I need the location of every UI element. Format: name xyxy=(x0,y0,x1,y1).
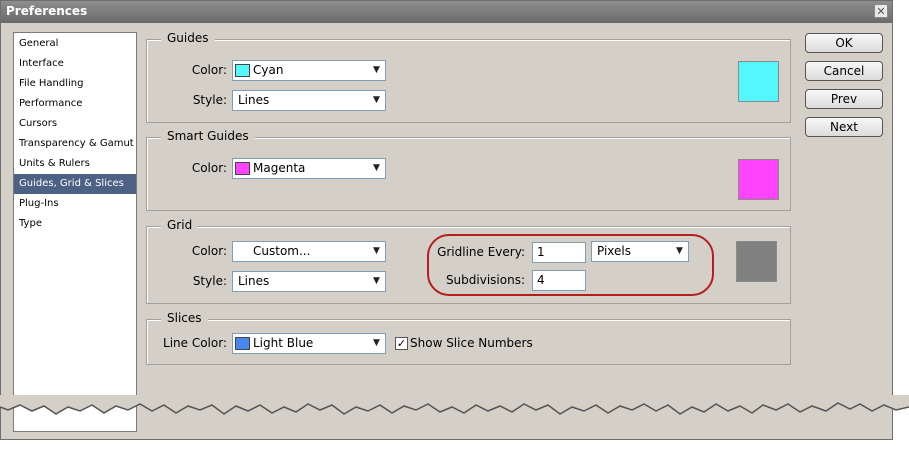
grid-color-preview[interactable] xyxy=(736,241,777,282)
grid-style-select[interactable]: Lines ▼ xyxy=(232,271,386,292)
sidebar-item-general[interactable]: General xyxy=(14,34,136,54)
sidebar-item-guides-grid-slices[interactable]: Guides, Grid & Slices xyxy=(14,174,136,194)
chevron-down-icon: ▼ xyxy=(373,95,380,105)
smart-guides-color-value: Magenta xyxy=(253,161,306,175)
guides-style-select[interactable]: Lines ▼ xyxy=(232,90,386,111)
gridline-every-label: Gridline Every: xyxy=(437,245,525,259)
sidebar-item-file-handling[interactable]: File Handling xyxy=(14,74,136,94)
preferences-category-list: General Interface File Handling Performa… xyxy=(13,32,137,432)
slices-line-color-value: Light Blue xyxy=(253,336,314,350)
show-slice-numbers-checkbox[interactable]: ✓ xyxy=(395,337,408,350)
sidebar-item-units-rulers[interactable]: Units & Rulers xyxy=(14,154,136,174)
preferences-dialog: Preferences ✕ General Interface File Han… xyxy=(0,0,893,440)
slices-line-color-label: Line Color: xyxy=(163,336,227,350)
smart-guides-color-preview[interactable] xyxy=(738,159,779,200)
grid-color-label: Color: xyxy=(191,244,227,258)
guides-color-preview[interactable] xyxy=(738,61,779,102)
chevron-down-icon: ▼ xyxy=(373,276,380,286)
prev-button[interactable]: Prev xyxy=(805,89,883,109)
guides-color-swatch xyxy=(235,64,250,77)
guides-style-value: Lines xyxy=(238,93,270,107)
slices-color-swatch xyxy=(235,337,250,350)
guides-color-select[interactable]: Cyan ▼ xyxy=(232,60,386,81)
sidebar-item-type[interactable]: Type xyxy=(14,214,136,234)
title-bar[interactable]: Preferences ✕ xyxy=(1,1,892,23)
guides-style-label: Style: xyxy=(192,93,227,107)
next-button[interactable]: Next xyxy=(805,117,883,137)
gridline-unit-select[interactable]: Pixels ▼ xyxy=(591,241,689,262)
smart-guides-color-label: Color: xyxy=(191,161,227,175)
slices-line-color-select[interactable]: Light Blue ▼ xyxy=(232,333,386,354)
close-icon[interactable]: ✕ xyxy=(874,4,888,18)
slices-legend: Slices xyxy=(161,311,208,325)
cancel-button[interactable]: Cancel xyxy=(805,61,883,81)
ok-button[interactable]: OK xyxy=(805,33,883,53)
chevron-down-icon: ▼ xyxy=(373,338,380,348)
sidebar-item-transparency-gamut[interactable]: Transparency & Gamut xyxy=(14,134,136,154)
chevron-down-icon: ▼ xyxy=(676,246,683,256)
sidebar-item-cursors[interactable]: Cursors xyxy=(14,114,136,134)
window-title: Preferences xyxy=(6,4,88,18)
sidebar-item-plug-ins[interactable]: Plug-Ins xyxy=(14,194,136,214)
show-slice-numbers-label[interactable]: Show Slice Numbers xyxy=(410,336,533,350)
torn-edge-decoration xyxy=(0,395,909,415)
grid-color-select[interactable]: Custom... ▼ xyxy=(232,241,386,262)
smart-guides-color-swatch xyxy=(235,162,250,175)
grid-color-value: Custom... xyxy=(253,244,311,258)
chevron-down-icon: ▼ xyxy=(373,65,380,75)
grid-legend: Grid xyxy=(161,218,199,232)
grid-style-value: Lines xyxy=(238,274,270,288)
grid-style-label: Style: xyxy=(192,274,227,288)
guides-color-label: Color: xyxy=(191,63,227,77)
guides-legend: Guides xyxy=(161,31,215,45)
gridline-every-input[interactable]: 1 xyxy=(532,242,586,263)
subdivisions-input[interactable]: 4 xyxy=(532,270,586,291)
smart-guides-color-select[interactable]: Magenta ▼ xyxy=(232,158,386,179)
chevron-down-icon: ▼ xyxy=(373,246,380,256)
subdivisions-label: Subdivisions: xyxy=(445,273,525,287)
sidebar-item-performance[interactable]: Performance xyxy=(14,94,136,114)
guides-color-value: Cyan xyxy=(253,63,284,77)
chevron-down-icon: ▼ xyxy=(373,163,380,173)
smart-guides-legend: Smart Guides xyxy=(161,129,255,143)
gridline-unit-value: Pixels xyxy=(597,244,632,258)
sidebar-item-interface[interactable]: Interface xyxy=(14,54,136,74)
